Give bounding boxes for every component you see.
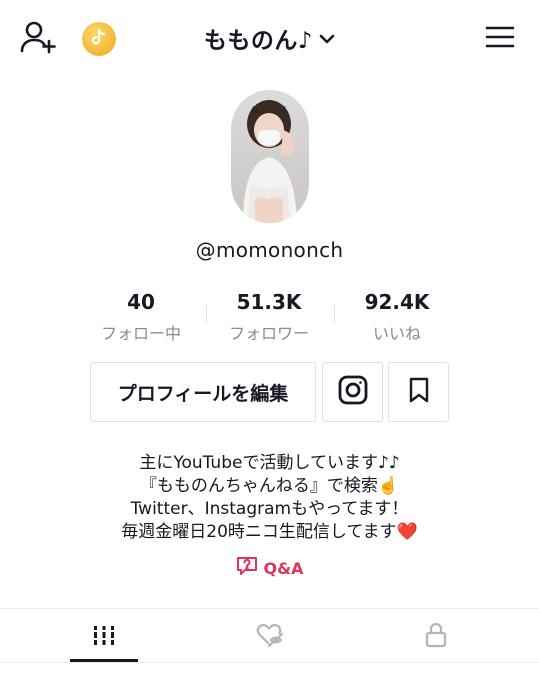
stat-likes-label: いいね [372,324,421,343]
hamburger-menu-icon [485,25,515,53]
bookmark-icon [408,377,430,407]
grid-videos-icon [92,624,116,650]
stat-followers-label: フォロワー [228,324,309,343]
handle-area: @momononch [0,238,539,262]
stat-followers-value: 51.3K [236,290,302,314]
edit-profile-label: プロフィールを編集 [117,382,289,405]
qa-label: Q&A [263,558,304,578]
favorites-button[interactable] [388,362,449,422]
bio: 主にYouTubeで活動しています♪♪ 『もものんちゃんねる』で検索☝️ Twi… [0,452,539,544]
avatar[interactable] [231,90,309,223]
qa-area: Q&A [0,556,539,580]
bio-line: 主にYouTubeで活動しています♪♪ [139,453,400,473]
tab-private[interactable] [346,610,525,664]
tab-liked[interactable] [180,610,359,664]
instagram-button[interactable] [322,362,383,422]
bio-line: 『もものんちゃんねる』で検索☝️ [139,476,400,496]
qa-link[interactable]: Q&A [236,556,304,580]
lock-icon [424,622,448,652]
instagram-icon [337,374,369,410]
qa-question-icon [236,556,258,580]
stat-following-value: 40 [127,290,155,314]
chevron-down-icon [319,25,335,51]
menu-button[interactable] [483,24,517,54]
stat-likes-value: 92.4K [364,290,430,314]
edit-profile-button[interactable]: プロフィールを編集 [90,362,316,422]
tabs-bottom-divider [0,662,539,663]
tab-videos[interactable] [14,610,193,664]
stat-following-label: フォロー中 [100,324,181,343]
stat-followers[interactable]: 51.3K フォロワー [199,290,339,344]
username-title: もものん♪ [203,28,314,54]
tabs-divider [0,608,539,609]
liked-hidden-icon [255,622,285,652]
bio-line: Twitter、Instagramもやってます！ [130,499,409,519]
stat-following[interactable]: 40 フォロー中 [71,290,211,344]
account-switcher[interactable]: もものん♪ [204,21,335,55]
user-handle: @momononch [195,238,344,262]
bio-line: 毎週金曜日20時ニコ生配信してます❤️ [121,522,418,542]
header-title-area: もものん♪ [0,18,539,58]
stat-likes[interactable]: 92.4K いいね [327,290,467,344]
